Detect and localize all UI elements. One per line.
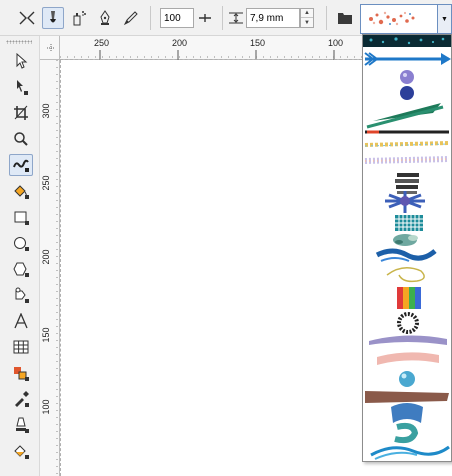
spin-down-icon[interactable]: ▼ (301, 18, 313, 27)
preset-stroke-pastel-dots[interactable] (364, 156, 450, 164)
eyedropper-tool[interactable] (9, 388, 33, 410)
ellipse-icon (14, 237, 29, 251)
preset-stroke-green-streak[interactable] (366, 103, 444, 129)
crop-tool[interactable] (9, 102, 33, 124)
preset-stroke-blue-wave[interactable] (375, 248, 437, 262)
brush-mode-icon (50, 11, 56, 23)
stroke-width-icon (228, 10, 244, 29)
preset-dropdown-button[interactable]: ▼ (438, 4, 452, 34)
ruler-label: 300 (41, 103, 51, 119)
expression-mode-button[interactable] (120, 7, 142, 29)
magnifier-icon (14, 132, 28, 146)
preset-stroke-blue-arrow[interactable] (364, 52, 451, 66)
folder-icon (338, 13, 352, 24)
chevron-down-icon: ▼ (441, 15, 448, 23)
preset-stroke-lilac-blur[interactable] (369, 335, 447, 345)
sprayer-mode-button[interactable] (68, 7, 90, 29)
toolbar-separator (326, 6, 327, 30)
rectangle-icon (14, 211, 29, 225)
preset-stroke-teal-pixel-grid[interactable] (395, 215, 423, 231)
calligraphic-mode-button[interactable] (94, 7, 116, 29)
preset-stroke-blue-splash[interactable] (370, 445, 450, 460)
ruler-label: 150 (41, 327, 51, 343)
text-a-icon (14, 313, 28, 329)
ruler-label: 250 (94, 38, 110, 48)
smart-fill-icon (14, 185, 29, 199)
browse-button[interactable] (334, 7, 356, 29)
spin-up-icon[interactable]: ▲ (301, 9, 313, 18)
preset-stroke-blue-star-burst[interactable] (385, 191, 425, 213)
page-border (60, 59, 362, 60)
preset-stroke-pink-blur[interactable] (377, 352, 439, 365)
artistic-media-tool[interactable] (9, 154, 33, 176)
preset-stroke-stacked-bars[interactable] (395, 173, 419, 194)
table-tool[interactable] (9, 336, 33, 358)
preset-stroke-dotted-ring[interactable] (397, 312, 419, 334)
ruler-label: 100 (328, 38, 344, 48)
preset-stroke-brown-smear[interactable] (365, 391, 449, 403)
dimension-icon (14, 367, 29, 381)
preset-artistic-media-icon (19, 11, 35, 25)
basic-shapes-tool[interactable] (9, 284, 33, 306)
ruler-label: 200 (41, 249, 51, 265)
outline-pen-tool[interactable] (9, 414, 33, 436)
ruler-label: 150 (250, 38, 266, 48)
property-bar: ▲ ▼ ▼ (0, 0, 452, 36)
ruler-label: 100 (41, 399, 51, 415)
table-icon (13, 340, 29, 354)
basic-shapes-icon (15, 287, 29, 303)
toolbox-grip[interactable] (6, 40, 32, 44)
ruler-origin[interactable] (40, 36, 60, 60)
stroke-width-input[interactable] (246, 8, 300, 28)
toolbar-separator (222, 6, 223, 30)
smoothing-slider-button[interactable] (194, 7, 216, 29)
toolbox (0, 36, 40, 476)
expression-pen-icon (123, 11, 138, 26)
smart-fill-tool[interactable] (9, 180, 33, 202)
preset-stroke-yellow-swirl[interactable] (386, 267, 425, 283)
polygon-tool[interactable] (9, 258, 33, 280)
preset-stroke-preview (369, 11, 415, 26)
preset-mode-button[interactable] (16, 7, 38, 29)
outline-pen-icon (16, 417, 29, 433)
fill-tool[interactable] (9, 440, 33, 462)
pick-tool[interactable] (9, 50, 33, 72)
brush-mode-button[interactable] (42, 7, 64, 29)
freehand-smoothing-input[interactable] (160, 8, 194, 28)
polygon-icon (13, 262, 29, 277)
preset-stroke-rainbow-column[interactable] (397, 287, 421, 309)
artistic-media-icon (13, 159, 29, 172)
text-tool[interactable] (9, 310, 33, 332)
parallel-dimension-tool[interactable] (9, 362, 33, 384)
bucket-fill-icon (14, 445, 29, 459)
ellipse-tool[interactable] (9, 232, 33, 254)
ruler-label: 250 (41, 175, 51, 191)
preset-stroke-teal-splatter[interactable] (363, 35, 451, 47)
preset-stroke-dropdown[interactable] (362, 34, 452, 462)
stroke-width-spinner[interactable]: ▲ ▼ (300, 8, 314, 28)
ruler-origin-icon (47, 44, 55, 52)
shape-tool[interactable] (9, 76, 33, 98)
rectangle-tool[interactable] (9, 206, 33, 228)
page-border (60, 60, 61, 476)
calligraphic-pen-icon (100, 10, 110, 25)
preset-stroke-teal-curl[interactable] (394, 422, 419, 444)
toolbar-separator (150, 6, 151, 30)
preset-stroke-list[interactable] (360, 4, 438, 34)
zoom-tool[interactable] (9, 128, 33, 150)
preset-stroke-confetti-line[interactable] (364, 141, 450, 147)
shape-edit-icon (17, 80, 28, 95)
crop-icon (14, 105, 28, 120)
ruler-label: 200 (172, 38, 188, 48)
preset-stroke-blue-bead[interactable] (399, 371, 415, 387)
preset-stroke-purple-spheres[interactable] (400, 70, 414, 100)
preset-stroke-gallery (363, 35, 451, 460)
eyedropper-icon (15, 391, 29, 407)
vertical-ruler[interactable]: 300 250 200 150 100 (40, 60, 60, 476)
slider-icon (199, 14, 211, 22)
arrow-cursor-icon (16, 53, 28, 69)
preset-stroke-teal-leaves[interactable] (393, 234, 418, 246)
sprayer-mode-icon (73, 11, 86, 26)
preset-stroke-blue-ribbon[interactable] (391, 403, 423, 423)
